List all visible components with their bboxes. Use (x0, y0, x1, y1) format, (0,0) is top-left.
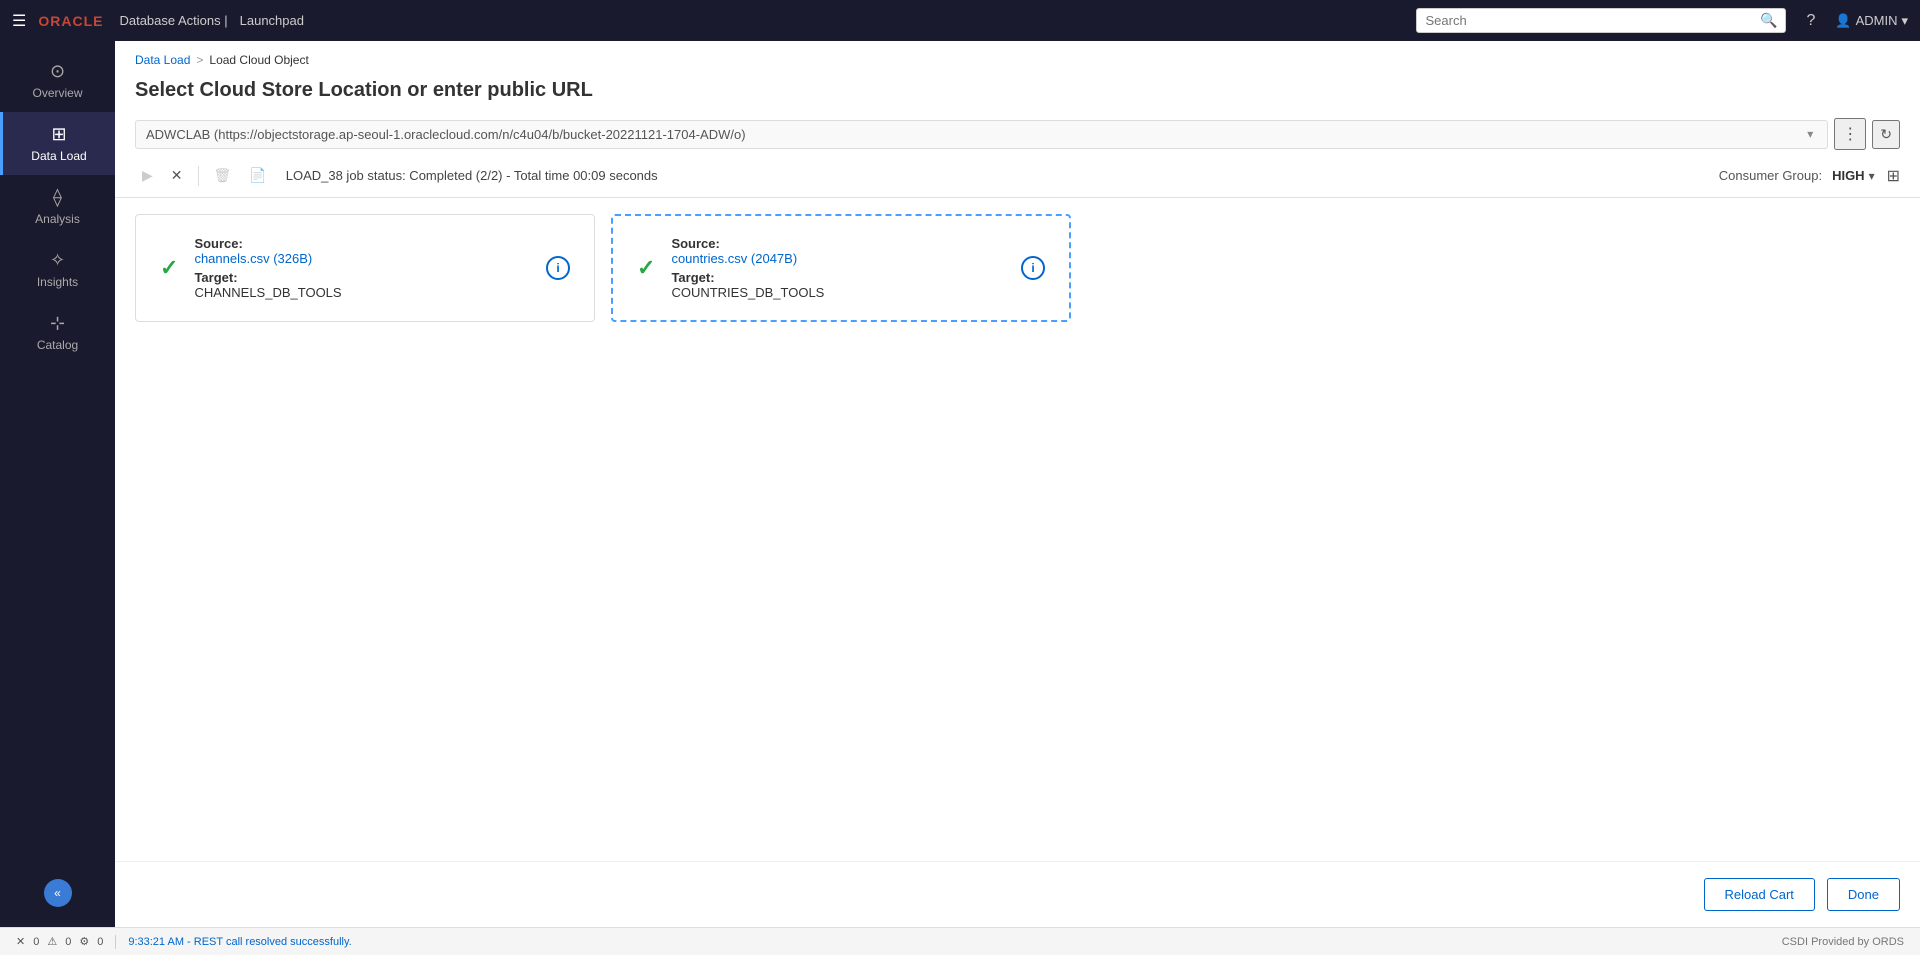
sidebar-item-catalog[interactable]: ⊹ Catalog (0, 301, 115, 364)
url-bar-text: ADWCLAB (https://objectstorage.ap-seoul-… (146, 127, 1803, 142)
user-area[interactable]: 👤 ADMIN ▾ (1835, 13, 1908, 29)
settings-icon-button[interactable]: ⊞ (1887, 166, 1900, 186)
collapse-button[interactable]: « (44, 879, 72, 907)
status-bar-icons: ✕ 0 ⚠ 0 ⚙ 0 (16, 935, 103, 948)
check-icon-countries: ✓ (637, 255, 655, 281)
play-button[interactable]: ▶ (135, 162, 160, 189)
check-icon-channels: ✓ (160, 255, 178, 281)
toolbar: ▶ ✕ 🗑 📄 LOAD_38 job status: Completed (2… (115, 162, 1920, 198)
error-icon: ✕ (16, 935, 25, 948)
card-info-icon-channels[interactable]: i (546, 256, 570, 280)
file-card-channels[interactable]: ✓ Source: channels.csv (326B) Target: CH… (135, 214, 595, 322)
url-bar-dropdown-icon[interactable]: ▾ (1803, 127, 1817, 141)
breadcrumb-current: Load Cloud Object (209, 53, 308, 67)
analysis-icon: ⟠ (53, 187, 62, 208)
card-target-label-countries: Target: (671, 270, 1005, 285)
card-source-value-countries: countries.csv (2047B) (671, 251, 1005, 266)
card-info-icon-countries[interactable]: i (1021, 256, 1045, 280)
user-label: ADMIN (1856, 13, 1898, 28)
sidebar-collapse: « (0, 879, 115, 907)
launchpad-label: Launchpad (240, 13, 304, 28)
consumer-group-value: HIGH (1832, 168, 1865, 183)
sidebar-item-insights[interactable]: ✧ Insights (0, 238, 115, 301)
search-box[interactable]: 🔍 (1416, 8, 1786, 33)
catalog-icon: ⊹ (50, 313, 65, 334)
data-load-icon: ⊞ (51, 124, 66, 145)
cards-area: ✓ Source: channels.csv (326B) Target: CH… (115, 198, 1920, 338)
bottom-actions: Reload Cart Done (115, 861, 1920, 927)
sidebar-label-overview: Overview (32, 86, 82, 100)
user-icon: 👤 (1835, 13, 1851, 29)
job-status-text: LOAD_38 job status: Completed (2/2) - To… (286, 168, 658, 183)
top-nav: ☰ ORACLE Database Actions | Launchpad 🔍 … (0, 0, 1920, 41)
app-title: Database Actions | (119, 13, 227, 28)
card-target-value-channels: CHANNELS_DB_TOOLS (194, 285, 530, 300)
card-info-countries: Source: countries.csv (2047B) Target: CO… (671, 236, 1005, 300)
card-source-label-countries: Source: (671, 236, 1005, 251)
main-layout: ⊙ Overview ⊞ Data Load ⟠ Analysis ✧ Insi… (0, 41, 1920, 927)
user-dropdown-icon: ▾ (1901, 13, 1908, 29)
file-card-countries[interactable]: ✓ Source: countries.csv (2047B) Target: … (611, 214, 1071, 322)
sidebar-label-catalog: Catalog (37, 338, 78, 352)
breadcrumb-parent[interactable]: Data Load (135, 53, 190, 67)
status-bar: ✕ 0 ⚠ 0 ⚙ 0 9:33:21 AM - REST call resol… (0, 927, 1920, 955)
settings-icon: ⚙ (79, 935, 89, 948)
card-target-value-countries: COUNTRIES_DB_TOOLS (671, 285, 1005, 300)
page-title: Select Cloud Store Location or enter pub… (115, 75, 1920, 118)
hamburger-menu[interactable]: ☰ (12, 11, 26, 31)
warning-count: 0 (65, 936, 71, 948)
toolbar-separator-1 (198, 166, 199, 186)
search-icon: 🔍 (1760, 12, 1777, 29)
sidebar-label-insights: Insights (37, 275, 78, 289)
reload-cart-button[interactable]: Reload Cart (1704, 878, 1815, 911)
sidebar: ⊙ Overview ⊞ Data Load ⟠ Analysis ✧ Insi… (0, 41, 115, 927)
sidebar-label-analysis: Analysis (35, 212, 80, 226)
content-area: Data Load > Load Cloud Object Select Clo… (115, 41, 1920, 927)
file-button[interactable]: 📄 (242, 162, 273, 189)
consumer-group-label: Consumer Group: (1719, 168, 1822, 183)
status-message[interactable]: 9:33:21 AM - REST call resolved successf… (128, 936, 351, 948)
url-bar-refresh-button[interactable]: ↻ (1872, 120, 1900, 149)
status-bar-separator (115, 935, 116, 949)
oracle-logo: ORACLE (38, 13, 103, 29)
url-bar-row: ADWCLAB (https://objectstorage.ap-seoul-… (115, 118, 1920, 162)
help-icon[interactable]: ? (1806, 12, 1815, 30)
card-source-value-channels: channels.csv (326B) (194, 251, 530, 266)
consumer-group-dropdown-icon[interactable]: ▾ (1869, 169, 1875, 183)
delete-button[interactable]: 🗑 (207, 162, 239, 189)
breadcrumb: Data Load > Load Cloud Object (115, 41, 1920, 75)
url-bar-more-button[interactable]: ⋮ (1834, 118, 1866, 150)
search-input[interactable] (1425, 13, 1760, 28)
sidebar-label-data-load: Data Load (31, 149, 86, 163)
card-target-label-channels: Target: (194, 270, 530, 285)
overview-icon: ⊙ (50, 61, 65, 82)
settings-count: 0 (97, 936, 103, 948)
breadcrumb-separator: > (196, 53, 203, 67)
card-info-channels: Source: channels.csv (326B) Target: CHAN… (194, 236, 530, 300)
warning-icon: ⚠ (47, 935, 57, 948)
done-button[interactable]: Done (1827, 878, 1900, 911)
error-count: 0 (33, 936, 39, 948)
sidebar-item-analysis[interactable]: ⟠ Analysis (0, 175, 115, 238)
stop-button[interactable]: ✕ (164, 162, 190, 189)
status-bar-right: CSDI Provided by ORDS (1782, 936, 1904, 948)
sidebar-item-overview[interactable]: ⊙ Overview (0, 49, 115, 112)
url-bar[interactable]: ADWCLAB (https://objectstorage.ap-seoul-… (135, 120, 1828, 149)
insights-icon: ✧ (50, 250, 65, 271)
sidebar-item-data-load[interactable]: ⊞ Data Load (0, 112, 115, 175)
card-source-label-channels: Source: (194, 236, 530, 251)
